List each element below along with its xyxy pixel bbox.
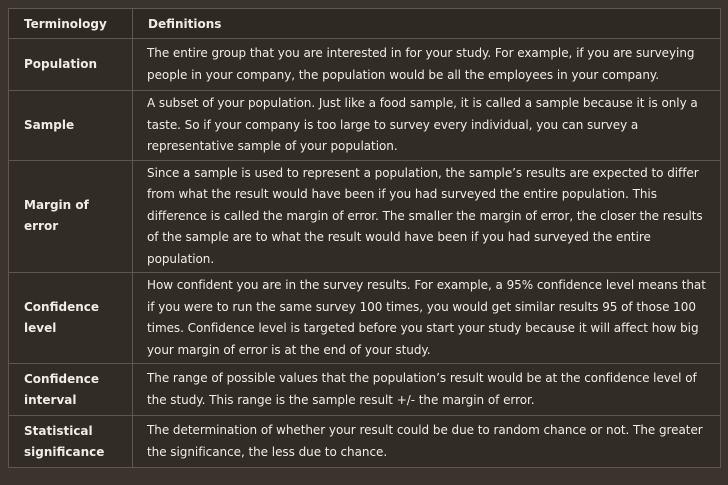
table-header-row: Terminology Definitions xyxy=(8,8,721,39)
term-cell: Sample xyxy=(8,90,133,161)
term-cell: Confidence interval xyxy=(8,363,133,416)
table-row: Sample A subset of your population. Just… xyxy=(8,90,721,161)
column-header-terminology: Terminology xyxy=(8,8,133,39)
definition-cell: Since a sample is used to represent a po… xyxy=(132,159,721,273)
column-header-definitions: Definitions xyxy=(132,8,721,39)
definition-cell: The range of possible values that the po… xyxy=(132,363,721,416)
term-cell: Confidence level xyxy=(8,272,133,364)
definition-cell: The determination of whether your result… xyxy=(132,415,721,468)
terminology-table-container: Terminology Definitions Population The e… xyxy=(0,0,728,485)
table-row: Confidence level How confident you are i… xyxy=(8,272,721,364)
table-row: Margin of error Since a sample is used t… xyxy=(8,159,721,273)
term-cell: Margin of error xyxy=(8,159,133,273)
table-row: Statistical significance The determinati… xyxy=(8,415,721,468)
definition-cell: A subset of your population. Just like a… xyxy=(132,90,721,161)
table-row: Confidence interval The range of possibl… xyxy=(8,363,721,416)
terminology-table: Terminology Definitions Population The e… xyxy=(8,8,721,468)
term-cell: Statistical significance xyxy=(8,415,133,468)
definition-cell: How confident you are in the survey resu… xyxy=(132,272,721,364)
term-cell: Population xyxy=(8,38,133,91)
definition-cell: The entire group that you are interested… xyxy=(132,38,721,91)
table-row: Population The entire group that you are… xyxy=(8,38,721,91)
